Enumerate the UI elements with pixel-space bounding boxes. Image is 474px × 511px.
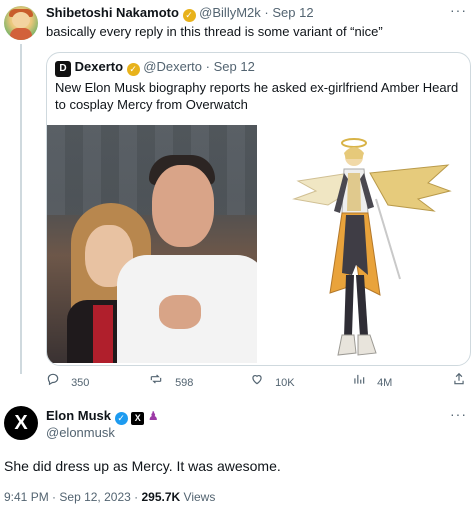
quoted-author-handle: @Dexerto [143, 59, 203, 74]
thread-line [20, 44, 22, 374]
x-affiliate-icon: X [131, 412, 145, 425]
more-options-icon[interactable]: ··· [450, 2, 467, 18]
reply-header: Shibetoshi Nakamoto ✓ @BillyM2k · Sep 12 [46, 5, 314, 22]
verified-badge-icon: ✓ [182, 9, 196, 22]
verified-badge-icon: ✓ [114, 412, 128, 425]
x-logo-avatar[interactable]: X [4, 406, 38, 440]
separator: · [134, 490, 139, 504]
avatar[interactable] [4, 6, 38, 40]
author-name[interactable]: Shibetoshi Nakamoto [46, 5, 179, 20]
like-count: 10K [275, 377, 295, 390]
repost-button[interactable]: 598 [148, 372, 193, 389]
heart-icon [252, 375, 262, 385]
avatar-face [12, 12, 30, 28]
views-button[interactable]: 4M [352, 372, 392, 389]
quoted-text: New Elon Musk biography reports he asked… [55, 80, 459, 112]
main-author-handle[interactable]: @elonmusk [46, 425, 115, 440]
tweet-timestamp: 9:41 PM · Sep 12, 2023 · 295.7K Views [4, 490, 215, 504]
share-button[interactable] [452, 372, 466, 389]
like-button[interactable]: 10K [250, 372, 295, 389]
views-chart-icon [354, 374, 365, 384]
main-author-name[interactable]: Elon Musk [46, 408, 111, 423]
repost-icon [150, 374, 162, 384]
views-label: Views [183, 490, 216, 504]
quoted-author-name: Dexerto [74, 59, 124, 74]
separator: · [52, 490, 57, 504]
quoted-date: Sep 12 [213, 59, 255, 74]
couple-photo[interactable] [47, 125, 257, 363]
main-tweet-text: She did dress up as Mercy. It was awesom… [4, 458, 281, 474]
author-handle[interactable]: @BillyM2k [199, 5, 261, 20]
more-options-icon[interactable]: ··· [450, 406, 467, 422]
reply-text: basically every reply in this thread is … [46, 24, 383, 39]
person-badge-icon: ♟ [147, 409, 159, 423]
quoted-tweet-card[interactable]: D Dexerto ✓ @Dexerto · Sep 12 New Elon M… [46, 52, 471, 366]
share-icon [454, 372, 464, 385]
tweet-full-date[interactable]: Sep 12, 2023 [59, 490, 130, 504]
views-count: 4M [377, 377, 393, 390]
tweet-time[interactable]: 9:41 PM [4, 490, 49, 504]
separator: · [264, 5, 269, 20]
tweet-date[interactable]: Sep 12 [272, 5, 313, 20]
reply-icon [47, 373, 59, 386]
dexerto-logo-icon: D [55, 61, 71, 77]
quoted-header: D Dexerto ✓ @Dexerto · Sep 12 [55, 59, 255, 77]
mercy-figure [292, 138, 452, 356]
reply-count: 350 [71, 377, 90, 390]
mercy-character-image[interactable] [258, 125, 469, 363]
views-total: 295.7K [141, 490, 181, 504]
repost-count: 598 [175, 377, 194, 390]
avatar-body [10, 28, 32, 40]
separator: · [205, 59, 210, 74]
reply-button[interactable]: 350 [46, 372, 89, 389]
main-header: Elon Musk ✓ X ♟ [46, 408, 159, 425]
verified-badge-icon: ✓ [126, 63, 140, 76]
